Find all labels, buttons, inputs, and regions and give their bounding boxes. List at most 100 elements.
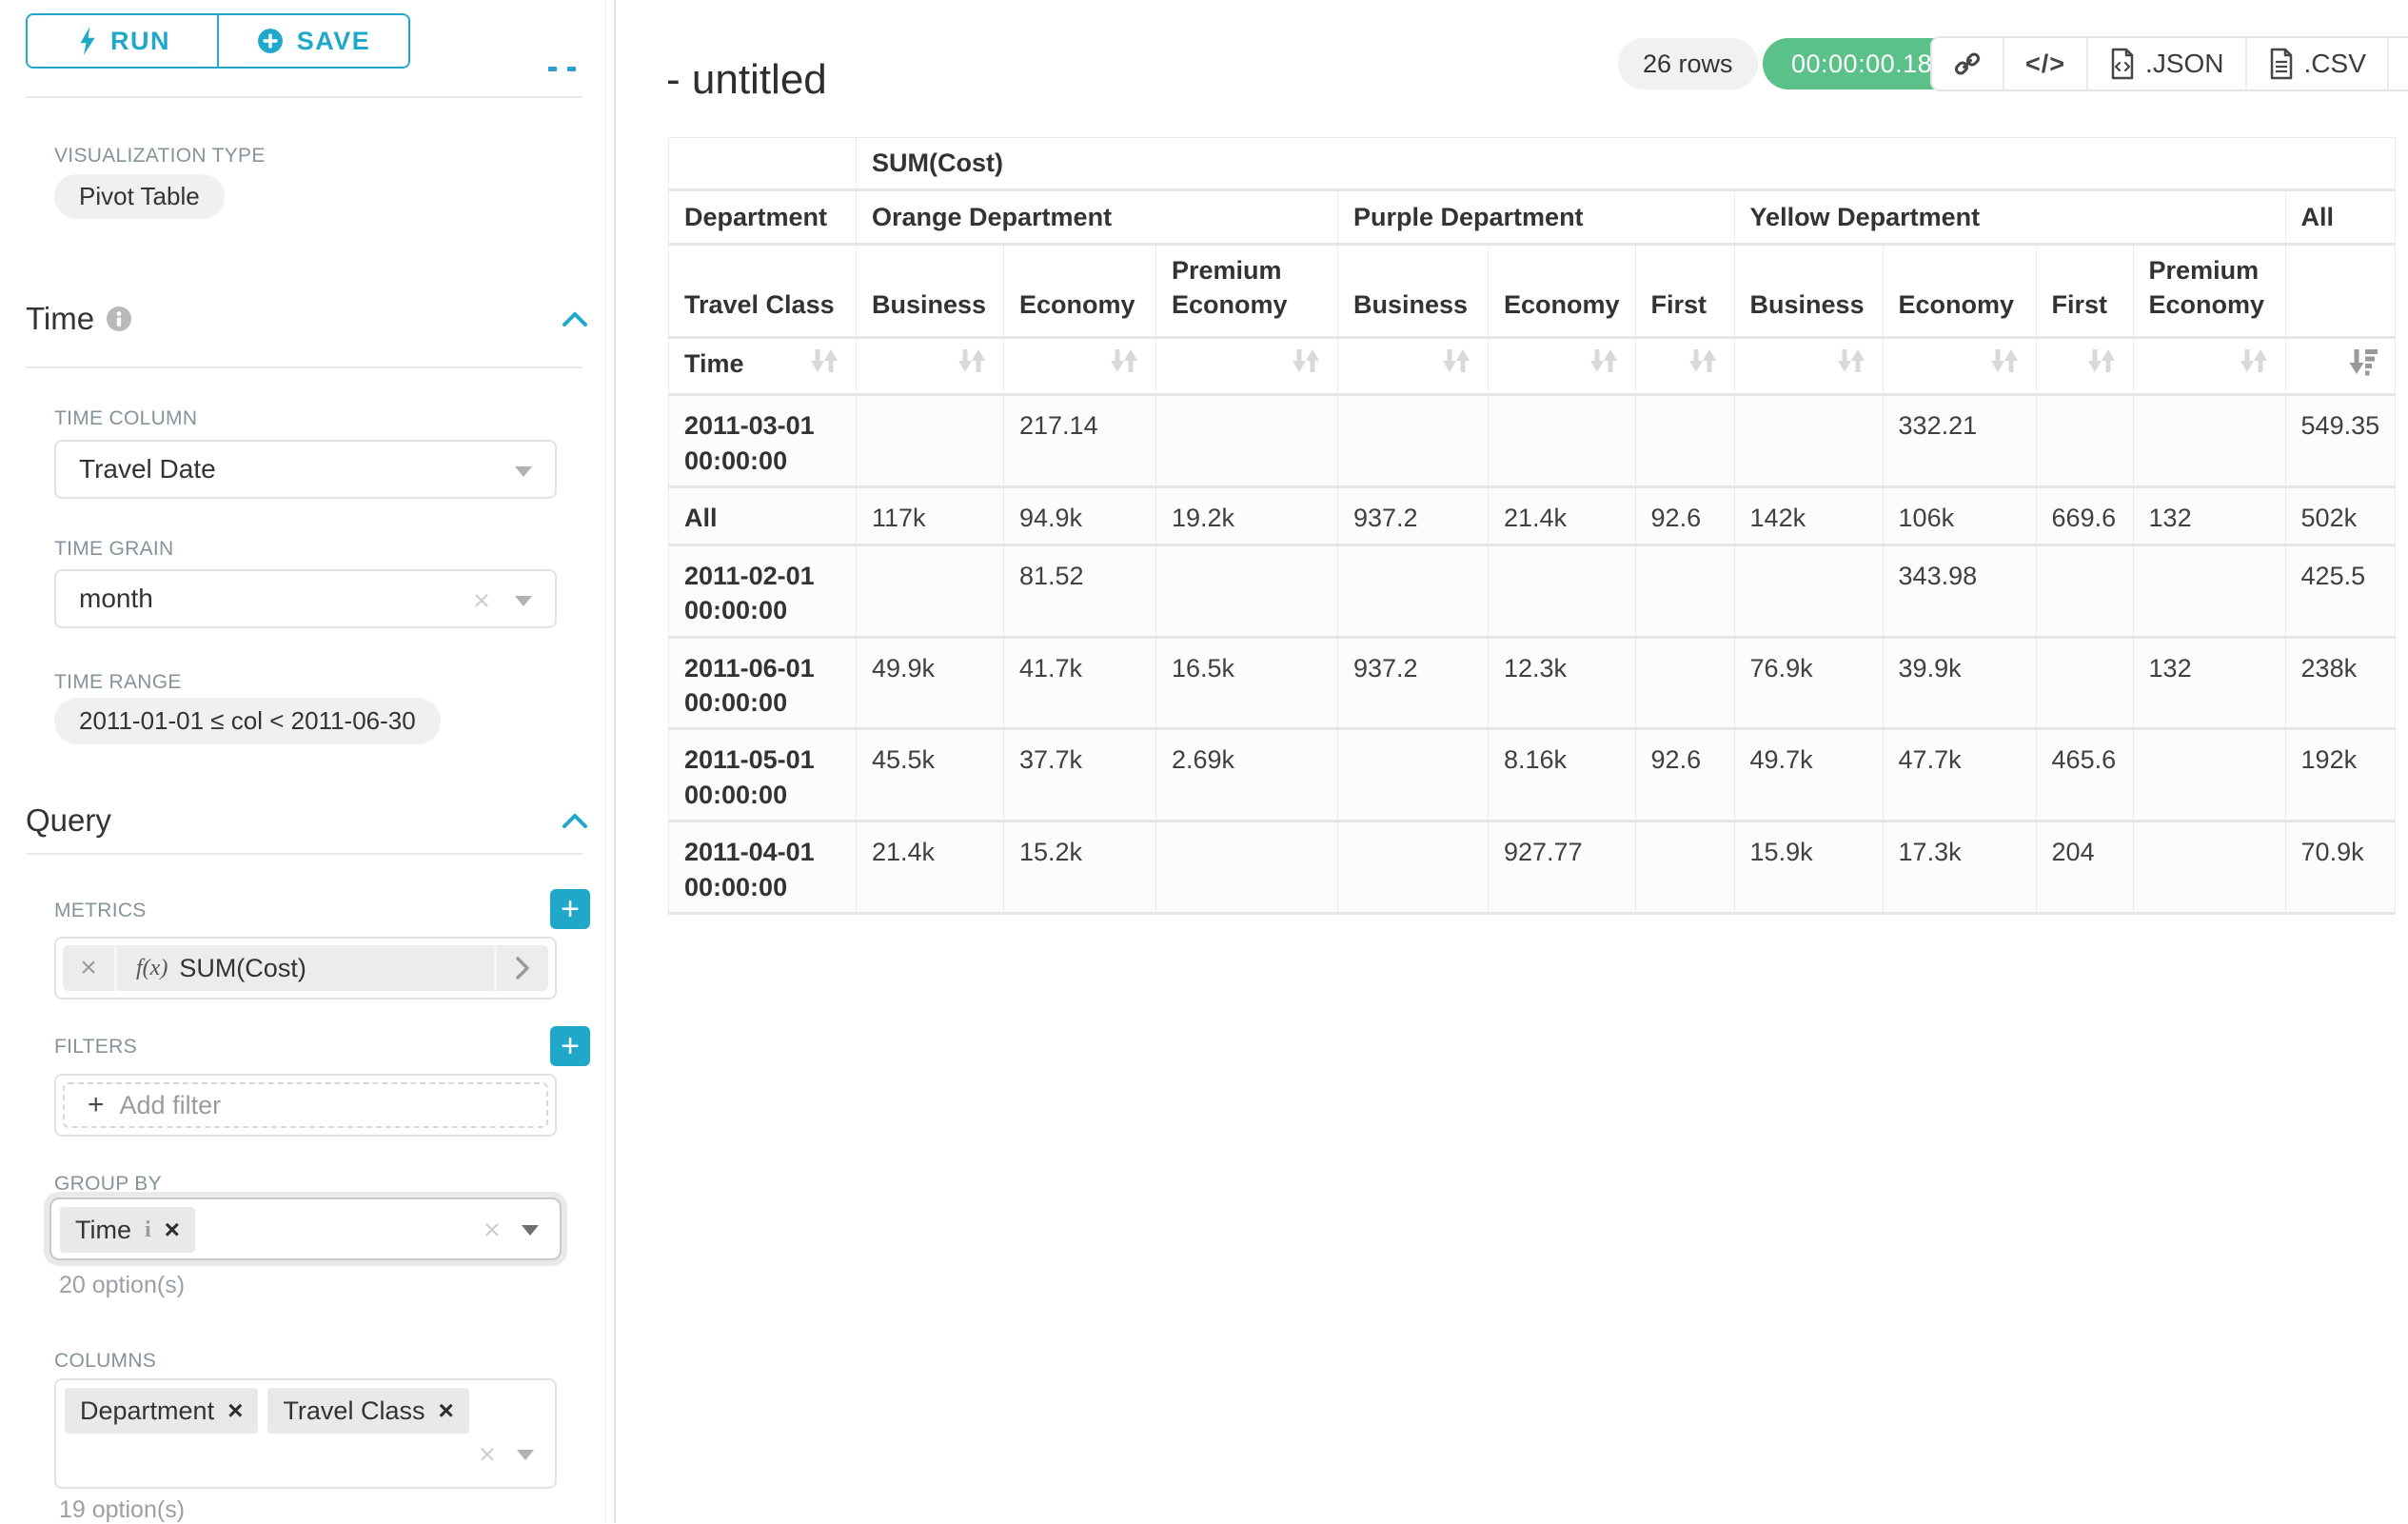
selected-option-tag[interactable]: Timei× [60, 1207, 195, 1253]
time-sort-cell[interactable]: Time [669, 337, 857, 394]
travel-class-cell: Business [1338, 245, 1489, 338]
value-cell: 81.52 [1004, 544, 1156, 637]
pivot-header-row: Travel ClassBusinessEconomyPremium Econo… [669, 245, 2396, 338]
selected-option-tag[interactable]: Travel Class× [267, 1388, 468, 1434]
value-cell: 49.7k [1734, 729, 1883, 821]
chevron-right-icon[interactable] [494, 945, 548, 991]
column-sort-cell[interactable] [1883, 337, 2036, 394]
sort-icon[interactable] [1108, 346, 1140, 386]
travel-class-cell: Economy [1004, 245, 1156, 338]
query-section-header[interactable]: Query [26, 802, 111, 839]
chart-title[interactable]: - untitled [666, 56, 827, 104]
chevron-up-icon[interactable] [560, 810, 590, 836]
export-csv-button[interactable]: .CSV [2247, 38, 2389, 89]
column-sort-cell[interactable] [2285, 337, 2396, 394]
tag-info-icon[interactable]: i [145, 1217, 151, 1243]
clear-icon[interactable]: × [479, 1439, 496, 1469]
sort-desc-icon[interactable] [2347, 346, 2379, 386]
time-range-value[interactable]: 2011-01-01 ≤ col < 2011-06-30 [54, 698, 441, 744]
value-cell: 937.2 [1338, 637, 1489, 729]
visualization-type-value[interactable]: Pivot Table [54, 174, 225, 219]
value-cell: 49.9k [857, 637, 1004, 729]
section-divider [26, 366, 582, 368]
save-button[interactable]: SAVE [219, 15, 408, 67]
columns-label: COLUMNS [54, 1350, 156, 1373]
add-filter-label: Add filter [120, 1091, 222, 1120]
value-cell [2036, 637, 2133, 729]
column-sort-cell[interactable] [857, 337, 1004, 394]
column-sort-cell[interactable] [1734, 337, 1883, 394]
time-column-select[interactable]: Travel Date [54, 440, 557, 499]
column-sort-cell[interactable] [2036, 337, 2133, 394]
table-row: All117k94.9k19.2k937.221.4k92.6142k106k6… [669, 487, 2396, 544]
info-icon[interactable] [106, 306, 132, 332]
sort-icon[interactable] [1988, 346, 2021, 386]
run-button[interactable]: RUN [28, 15, 219, 67]
column-sort-cell[interactable] [1489, 337, 1636, 394]
value-cell [1156, 395, 1338, 487]
caret-down-icon[interactable] [517, 1450, 534, 1460]
value-cell: 39.9k [1883, 637, 2036, 729]
save-button-label: SAVE [297, 27, 371, 56]
tag-remove-icon[interactable]: × [227, 1397, 243, 1424]
share-link-button[interactable] [1932, 38, 2004, 89]
add-filter-plus-button[interactable]: + [550, 1026, 590, 1066]
time-section-header[interactable]: Time [26, 301, 132, 337]
caret-down-icon[interactable] [522, 1225, 539, 1236]
sort-icon[interactable] [808, 346, 840, 386]
sort-icon[interactable] [1687, 346, 1719, 386]
sort-icon[interactable] [1440, 346, 1472, 386]
value-cell: 21.4k [857, 821, 1004, 914]
sort-icon[interactable] [1835, 346, 1867, 386]
tag-remove-icon[interactable]: × [165, 1217, 180, 1243]
chevron-up-icon[interactable] [560, 308, 590, 334]
travel-class-cell [2285, 245, 2396, 338]
add-filter-button[interactable]: + Add filter [63, 1082, 548, 1128]
sort-icon[interactable] [2238, 346, 2270, 386]
value-cell: 927.77 [1489, 821, 1636, 914]
column-sort-cell[interactable] [1004, 337, 1156, 394]
value-cell [1338, 729, 1489, 821]
row-label-cell: 2011-04-01 00:00:00 [669, 821, 857, 914]
clear-icon[interactable]: × [473, 585, 490, 615]
clear-icon[interactable]: × [484, 1215, 501, 1244]
pivot-table: SUM(Cost)DepartmentOrange DepartmentPurp… [668, 137, 2396, 915]
travel-class-cell: Premium Economy [2133, 245, 2285, 338]
column-sort-cell[interactable] [1635, 337, 1734, 394]
columns-select[interactable]: Department×Travel Class× × [54, 1378, 557, 1489]
time-grain-select[interactable]: month × [54, 569, 557, 628]
tag-label: Department [80, 1396, 214, 1426]
remove-metric-icon[interactable]: × [63, 945, 117, 991]
time-label: Time [684, 349, 744, 378]
value-cell [2133, 729, 2285, 821]
tag-remove-icon[interactable]: × [438, 1397, 453, 1424]
value-cell [2133, 544, 2285, 637]
function-icon: f(x) [136, 956, 168, 981]
value-cell [1338, 544, 1489, 637]
metric-pill[interactable]: × f(x) SUM(Cost) [63, 945, 548, 991]
lightning-bolt-icon [74, 26, 97, 56]
selected-option-tag[interactable]: Department × [65, 1388, 258, 1434]
view-query-button[interactable]: </> [2004, 38, 2088, 89]
sort-icon[interactable] [2085, 346, 2118, 386]
value-cell [1635, 544, 1734, 637]
travel-class-cell: Business [857, 245, 1004, 338]
column-sort-cell[interactable] [1156, 337, 1338, 394]
sort-icon[interactable] [1290, 346, 1322, 386]
filters-control: + Add filter [54, 1074, 557, 1137]
menu-button[interactable] [2389, 38, 2408, 89]
column-sort-cell[interactable] [2133, 337, 2285, 394]
add-metric-button[interactable]: + [550, 889, 590, 929]
file-lines-icon [2268, 48, 2295, 80]
value-cell [1489, 395, 1636, 487]
column-sort-cell[interactable] [1338, 337, 1489, 394]
department-group-cell: Purple Department [1338, 190, 1735, 245]
sort-icon[interactable] [956, 346, 988, 386]
group-by-select[interactable]: Timei× × [49, 1197, 562, 1260]
export-json-button[interactable]: .JSON [2088, 38, 2246, 89]
value-cell: 332.21 [1883, 395, 2036, 487]
row-label-cell: 2011-05-01 00:00:00 [669, 729, 857, 821]
panel-scrollbar[interactable] [605, 0, 606, 1523]
sort-icon[interactable] [1588, 346, 1620, 386]
pivot-table-container: SUM(Cost)DepartmentOrange DepartmentPurp… [668, 137, 2396, 915]
